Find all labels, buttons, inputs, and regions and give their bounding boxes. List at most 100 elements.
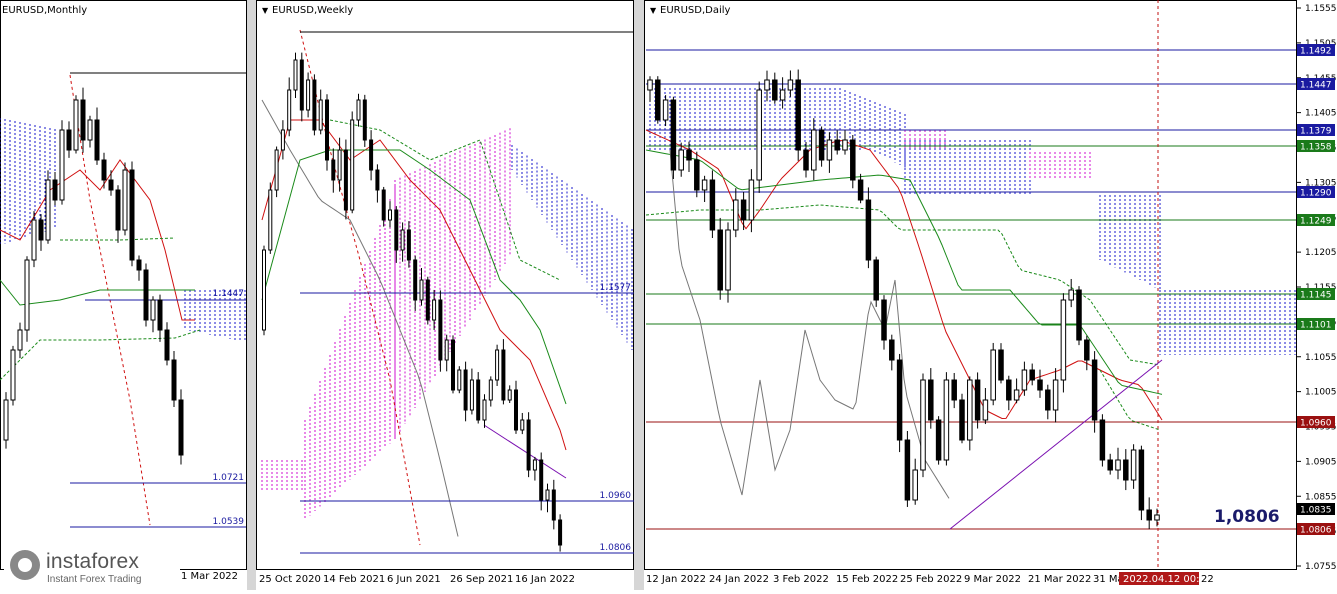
daily-candle <box>1123 459 1129 481</box>
price-axis-label: 1.0855 <box>1305 492 1337 502</box>
svg-text:▼: ▼ <box>650 6 657 15</box>
weekly-level-0806: 1.0806 <box>600 543 632 553</box>
monthly-candle <box>73 99 79 151</box>
weekly-candle <box>375 169 380 191</box>
weekly-candle <box>293 59 298 91</box>
price-tag-label: 1.0835 <box>1300 506 1332 516</box>
price-axis-label: 1.1555 <box>1305 4 1337 14</box>
daily-candle <box>1130 449 1137 481</box>
monthly-level-0539: 1.0539 <box>213 517 245 527</box>
weekly-candle <box>394 209 399 251</box>
logo-name: instaforex <box>46 550 140 573</box>
daily-date-6: 21 Mar 2022 <box>1028 574 1091 585</box>
daily-candle <box>842 139 848 151</box>
daily-candle <box>857 179 864 201</box>
daily-candle <box>928 379 934 421</box>
monthly-candle <box>136 259 142 271</box>
price-tag-label: 1.1447 <box>1300 81 1332 91</box>
daily-candle <box>1037 379 1043 391</box>
daily-candle <box>982 399 989 421</box>
weekly-candle <box>545 489 550 501</box>
daily-candle <box>662 99 669 121</box>
monthly-candle <box>66 129 72 151</box>
daily-candle <box>772 79 778 101</box>
daily-candle <box>725 229 731 291</box>
daily-date-4: 25 Feb 2022 <box>900 574 962 585</box>
weekly-candle <box>501 349 506 401</box>
daily-candle <box>873 259 879 301</box>
instaforex-logo-icon <box>10 550 40 580</box>
daily-candle <box>694 159 700 191</box>
daily-candle <box>1146 509 1152 521</box>
price-axis-label: 1.1405 <box>1305 109 1337 119</box>
daily-date-3: 15 Feb 2022 <box>836 574 898 585</box>
daily-candle <box>826 139 833 161</box>
daily-date-0: 12 Jan 2022 <box>646 574 706 585</box>
daily-candle <box>959 399 965 441</box>
weekly-candle <box>495 349 500 381</box>
daily-candle <box>904 439 911 501</box>
daily-candle <box>1029 369 1035 381</box>
monthly-candle <box>87 119 93 141</box>
weekly-candle <box>451 339 455 391</box>
price-tag-label: 1.1249 <box>1300 217 1332 227</box>
instaforex-logo: instaforex Instant Forex Trading <box>4 546 180 586</box>
monthly-date-label: 1 Mar 2022 <box>181 571 238 582</box>
weekly-candle <box>274 149 279 191</box>
monthly-candle <box>3 399 9 441</box>
daily-candle <box>1013 389 1020 401</box>
daily-candle <box>865 199 872 261</box>
weekly-candle <box>432 299 437 321</box>
weekly-candle <box>539 459 544 501</box>
weekly-candle <box>406 229 411 261</box>
daily-candle <box>1099 419 1106 461</box>
monthly-candle <box>143 269 149 321</box>
weekly-candle <box>262 249 266 331</box>
price-tag-label: 1.0960 <box>1300 419 1332 429</box>
monthly-title: EURUSD,Monthly <box>2 5 87 16</box>
daily-candle <box>647 79 653 91</box>
daily-candle <box>1068 289 1074 301</box>
daily-candle <box>779 89 786 101</box>
weekly-date-4: 16 Jan 2022 <box>515 574 575 585</box>
weekly-date-2: 6 Jun 2021 <box>387 574 441 585</box>
daily-title: EURUSD,Daily <box>660 5 731 16</box>
price-tag-label: 1.0806 <box>1300 526 1332 536</box>
daily-candle <box>787 79 794 91</box>
weekly-level-0960: 1.0960 <box>600 491 632 501</box>
daily-candle <box>1052 379 1059 411</box>
weekly-candle <box>318 99 323 131</box>
monthly-candle <box>129 169 135 261</box>
price-tag-label: 1.1379 <box>1300 127 1332 137</box>
daily-candle <box>935 419 942 461</box>
daily-candle <box>1091 359 1098 421</box>
weekly-candle <box>457 369 462 391</box>
daily-candle <box>717 229 723 291</box>
daily-candle <box>1154 514 1160 521</box>
daily-candle <box>850 139 856 181</box>
weekly-candle <box>526 419 531 471</box>
monthly-candle <box>171 359 177 401</box>
weekly-candle <box>369 139 374 171</box>
monthly-candle <box>94 119 100 161</box>
daily-candle <box>709 179 716 231</box>
weekly-candle <box>268 189 273 251</box>
weekly-candle <box>400 229 405 251</box>
cursor-date-label: 2022.04.12 00:00 <box>1123 574 1212 585</box>
weekly-title: EURUSD,Weekly <box>272 5 353 16</box>
daily-candle <box>1021 369 1028 391</box>
daily-candle <box>920 379 926 471</box>
weekly-candle <box>532 459 537 471</box>
daily-candle <box>740 199 747 221</box>
daily-candle <box>748 179 755 221</box>
weekly-candle <box>287 89 292 131</box>
logo-tagline: Instant Forex Trading <box>47 574 142 585</box>
weekly-candle <box>306 79 311 111</box>
daily-candle <box>998 349 1004 381</box>
price-tag-label: 1.1492 <box>1300 47 1332 57</box>
weekly-candle <box>482 399 487 421</box>
daily-date-1: 24 Jan 2022 <box>709 574 769 585</box>
weekly-candle <box>325 99 329 161</box>
daily-candle <box>655 79 661 121</box>
weekly-candle <box>469 379 474 411</box>
